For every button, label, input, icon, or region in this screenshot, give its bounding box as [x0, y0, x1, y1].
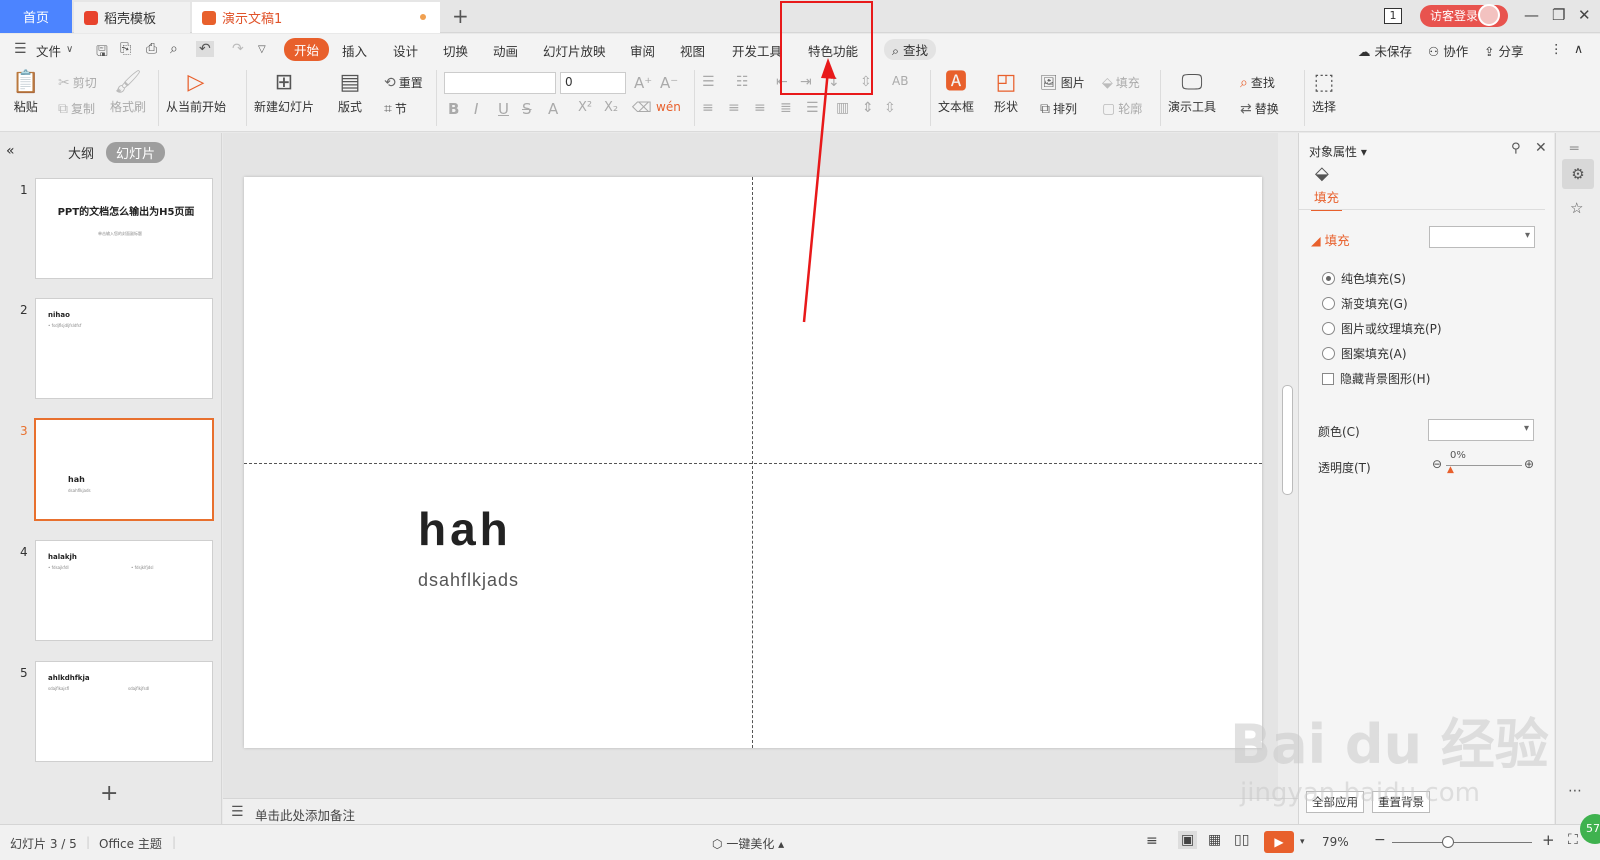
arrow-head — [821, 58, 836, 79]
arrow-line — [802, 69, 830, 323]
watermark-brand: Bai du 经验 — [1230, 713, 1549, 776]
watermark-url: jingyan.baidu.com — [1240, 778, 1480, 808]
watermark: Bai du 经验 jingyan.baidu.com — [1230, 700, 1550, 820]
